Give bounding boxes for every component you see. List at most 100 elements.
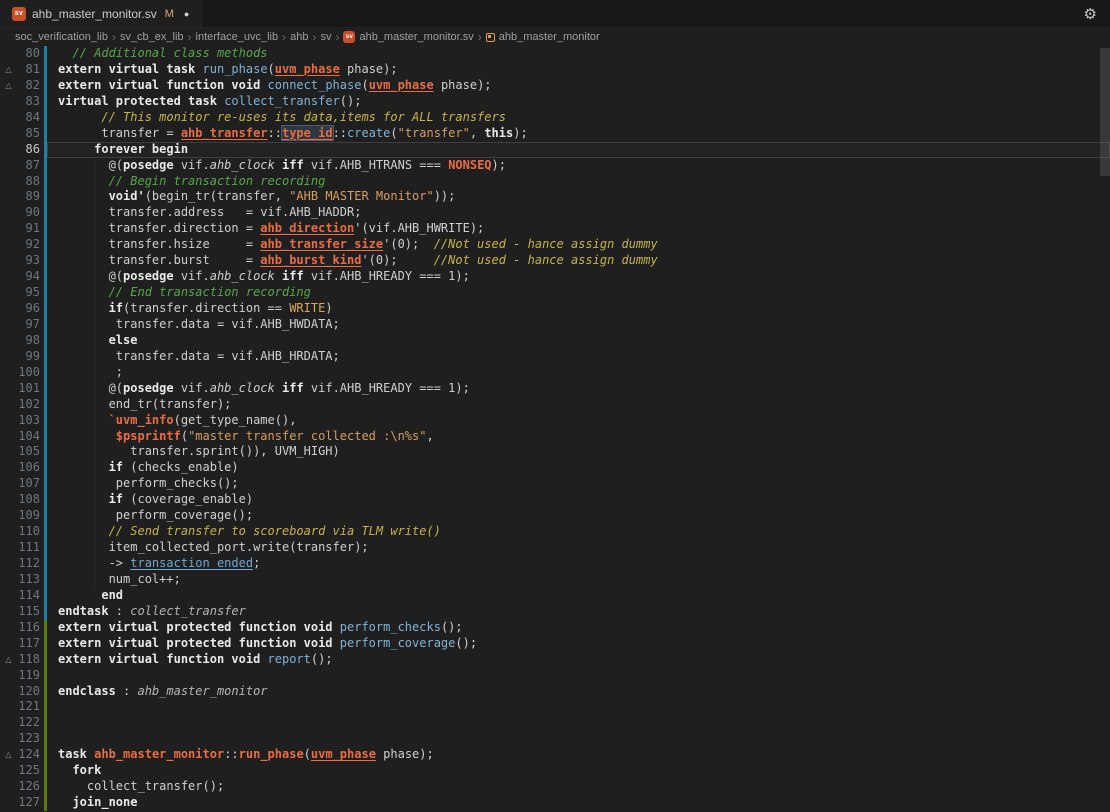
- line-number[interactable]: 95: [17, 285, 40, 301]
- line-number[interactable]: 117: [17, 636, 40, 652]
- breadcrumb-item-ahb_master_monitor.sv[interactable]: svahb_master_monitor.sv: [343, 31, 473, 43]
- line-number[interactable]: 116: [17, 620, 40, 636]
- code-line-122[interactable]: 122: [0, 715, 1110, 731]
- code-line-126[interactable]: 126 collect_transfer();: [0, 779, 1110, 795]
- code-line-97[interactable]: 97 transfer.data = vif.AHB_HWDATA;: [0, 317, 1110, 333]
- line-number[interactable]: 115: [17, 604, 40, 620]
- line-number[interactable]: 101: [17, 381, 40, 397]
- code-line-104[interactable]: 104 $psprintf("master transfer collected…: [0, 429, 1110, 445]
- line-number[interactable]: 97: [17, 317, 40, 333]
- code-line-100[interactable]: 100 ;: [0, 365, 1110, 381]
- code-line-114[interactable]: 114 end: [0, 588, 1110, 604]
- line-number[interactable]: 105: [17, 444, 40, 460]
- code-line-95[interactable]: 95 // End transaction recording: [0, 285, 1110, 301]
- code-line-117[interactable]: 117extern virtual protected function voi…: [0, 636, 1110, 652]
- code-editor[interactable]: 80 // Additional class methods△81extern …: [0, 46, 1110, 811]
- code-line-112[interactable]: 112 -> transaction_ended;: [0, 556, 1110, 572]
- breadcrumb-item-interface_uvc_lib[interactable]: interface_uvc_lib: [196, 31, 279, 43]
- vertical-scrollbar[interactable]: [1100, 48, 1110, 176]
- line-number[interactable]: 88: [17, 174, 40, 190]
- line-number[interactable]: 96: [17, 301, 40, 317]
- code-line-91[interactable]: 91 transfer.direction = ahb_direction'(v…: [0, 221, 1110, 237]
- line-number[interactable]: 123: [17, 731, 40, 747]
- line-number[interactable]: 119: [17, 668, 40, 684]
- code-line-108[interactable]: 108 if (coverage_enable): [0, 492, 1110, 508]
- line-number[interactable]: 125: [17, 763, 40, 779]
- line-number[interactable]: 118: [17, 652, 40, 668]
- line-number[interactable]: 81: [17, 62, 40, 78]
- code-line-125[interactable]: 125 fork: [0, 763, 1110, 779]
- code-line-86[interactable]: 86 forever begin: [0, 142, 1110, 158]
- code-line-111[interactable]: 111 item_collected_port.write(transfer);: [0, 540, 1110, 556]
- tab-ahb-master-monitor[interactable]: sv ahb_master_monitor.sv M ●: [0, 0, 202, 27]
- code-line-98[interactable]: 98 else: [0, 333, 1110, 349]
- settings-gear-icon[interactable]: ⚙: [1084, 0, 1097, 28]
- line-number[interactable]: 110: [17, 524, 40, 540]
- line-number[interactable]: 104: [17, 429, 40, 445]
- code-line-116[interactable]: 116extern virtual protected function voi…: [0, 620, 1110, 636]
- line-number[interactable]: 86: [17, 142, 40, 158]
- code-line-103[interactable]: 103 `uvm_info(get_type_name(),: [0, 413, 1110, 429]
- code-line-89[interactable]: 89 void'(begin_tr(transfer, "AHB MASTER …: [0, 189, 1110, 205]
- code-line-109[interactable]: 109 perform_coverage();: [0, 508, 1110, 524]
- line-number[interactable]: 92: [17, 237, 40, 253]
- code-line-120[interactable]: 120endclass : ahb_master_monitor: [0, 684, 1110, 700]
- line-number[interactable]: 112: [17, 556, 40, 572]
- code-line-80[interactable]: 80 // Additional class methods: [0, 46, 1110, 62]
- line-number[interactable]: 102: [17, 397, 40, 413]
- code-line-85[interactable]: 85 transfer = ahb_transfer::type_id::cre…: [0, 126, 1110, 142]
- breadcrumb-item-soc_verification_lib[interactable]: soc_verification_lib: [15, 31, 108, 43]
- line-number[interactable]: 114: [17, 588, 40, 604]
- code-line-96[interactable]: 96 if(transfer.direction == WRITE): [0, 301, 1110, 317]
- code-line-110[interactable]: 110 // Send transfer to scoreboard via T…: [0, 524, 1110, 540]
- line-number[interactable]: 113: [17, 572, 40, 588]
- code-line-99[interactable]: 99 transfer.data = vif.AHB_HRDATA;: [0, 349, 1110, 365]
- code-line-106[interactable]: 106 if (checks_enable): [0, 460, 1110, 476]
- code-line-107[interactable]: 107 perform_checks();: [0, 476, 1110, 492]
- line-number[interactable]: 120: [17, 684, 40, 700]
- line-number[interactable]: 126: [17, 779, 40, 795]
- code-line-124[interactable]: △124task ahb_master_monitor::run_phase(u…: [0, 747, 1110, 763]
- code-line-90[interactable]: 90 transfer.address = vif.AHB_HADDR;: [0, 205, 1110, 221]
- code-line-105[interactable]: 105 transfer.sprint()), UVM_HIGH): [0, 444, 1110, 460]
- code-line-94[interactable]: 94 @(posedge vif.ahb_clock iff vif.AHB_H…: [0, 269, 1110, 285]
- breadcrumb-item-sv_cb_ex_lib[interactable]: sv_cb_ex_lib: [120, 31, 184, 43]
- line-number[interactable]: 127: [17, 795, 40, 811]
- breadcrumb-item-ahb_master_monitor[interactable]: ahb_master_monitor: [486, 31, 600, 43]
- code-line-92[interactable]: 92 transfer.hsize = ahb_transfer_size'(0…: [0, 237, 1110, 253]
- code-line-101[interactable]: 101 @(posedge vif.ahb_clock iff vif.AHB_…: [0, 381, 1110, 397]
- line-number[interactable]: 82: [17, 78, 40, 94]
- line-number[interactable]: 91: [17, 221, 40, 237]
- code-line-121[interactable]: 121: [0, 699, 1110, 715]
- code-line-127[interactable]: 127 join_none: [0, 795, 1110, 811]
- code-line-93[interactable]: 93 transfer.burst = ahb_burst_kind'(0); …: [0, 253, 1110, 269]
- line-number[interactable]: 122: [17, 715, 40, 731]
- line-number[interactable]: 111: [17, 540, 40, 556]
- breadcrumb-item-sv[interactable]: sv: [320, 31, 331, 43]
- line-number[interactable]: 83: [17, 94, 40, 110]
- line-number[interactable]: 107: [17, 476, 40, 492]
- line-number[interactable]: 106: [17, 460, 40, 476]
- code-line-87[interactable]: 87 @(posedge vif.ahb_clock iff vif.AHB_H…: [0, 158, 1110, 174]
- code-line-123[interactable]: 123: [0, 731, 1110, 747]
- line-number[interactable]: 124: [17, 747, 40, 763]
- code-line-83[interactable]: 83virtual protected task collect_transfe…: [0, 94, 1110, 110]
- code-line-88[interactable]: 88 // Begin transaction recording: [0, 174, 1110, 190]
- code-line-118[interactable]: △118extern virtual function void report(…: [0, 652, 1110, 668]
- line-number[interactable]: 94: [17, 269, 40, 285]
- code-line-81[interactable]: △81extern virtual task run_phase(uvm_pha…: [0, 62, 1110, 78]
- line-number[interactable]: 90: [17, 205, 40, 221]
- line-number[interactable]: 99: [17, 349, 40, 365]
- line-number[interactable]: 103: [17, 413, 40, 429]
- code-line-115[interactable]: 115endtask : collect_transfer: [0, 604, 1110, 620]
- code-line-84[interactable]: 84 // This monitor re-uses its data,item…: [0, 110, 1110, 126]
- line-number[interactable]: 89: [17, 189, 40, 205]
- line-number[interactable]: 121: [17, 699, 40, 715]
- code-line-119[interactable]: 119: [0, 668, 1110, 684]
- line-number[interactable]: 109: [17, 508, 40, 524]
- code-line-82[interactable]: △82extern virtual function void connect_…: [0, 78, 1110, 94]
- unsaved-dot-icon[interactable]: ●: [184, 9, 189, 19]
- line-number[interactable]: 98: [17, 333, 40, 349]
- line-number[interactable]: 87: [17, 158, 40, 174]
- line-number[interactable]: 84: [17, 110, 40, 126]
